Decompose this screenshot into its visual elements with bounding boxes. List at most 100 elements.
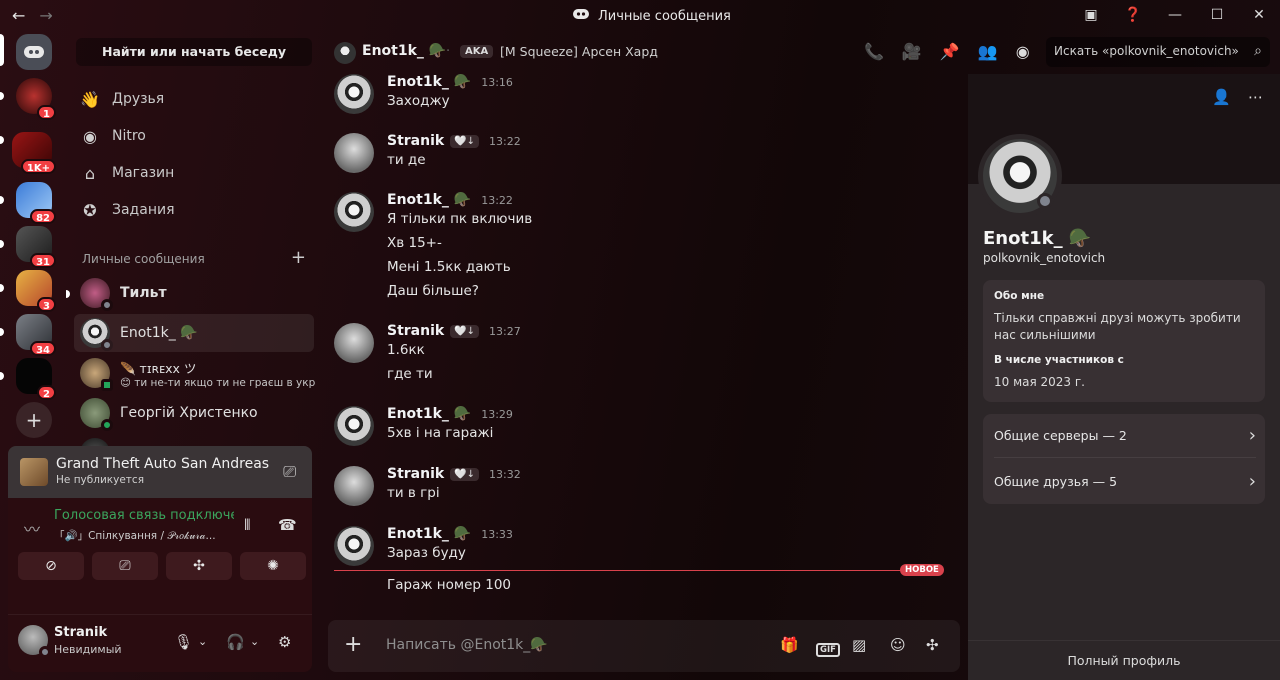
- author-avatar[interactable]: [334, 133, 374, 173]
- attach-plus-icon[interactable]: +: [344, 632, 362, 657]
- camera-off-icon[interactable]: ⊘: [18, 552, 84, 580]
- author-avatar[interactable]: [334, 406, 374, 446]
- server-icon-7[interactable]: 2: [16, 358, 56, 400]
- gift-icon[interactable]: 🎁: [780, 636, 799, 654]
- activities-icon[interactable]: ✣: [166, 552, 232, 580]
- help-icon[interactable]: ❓: [1112, 7, 1154, 23]
- minimize-icon[interactable]: —: [1154, 7, 1196, 23]
- nav-label: Друзья: [112, 91, 165, 107]
- noise-suppression-icon[interactable]: ⦀: [244, 516, 251, 534]
- server-icon-1[interactable]: 1: [16, 78, 56, 120]
- message-group: Stranik 🤍↓ 13:22 ти де: [334, 133, 934, 173]
- message-group: Enot1k_ 🪖 13:16 Заходжу: [334, 74, 934, 114]
- gif-button[interactable]: GIF: [816, 638, 840, 657]
- shop-icon: ⌂: [84, 163, 96, 183]
- avatar: [80, 398, 113, 431]
- unread-pill: [0, 92, 4, 100]
- server-icon-6[interactable]: 34: [16, 314, 56, 356]
- nav-label: Nitro: [112, 128, 146, 144]
- nav-quests[interactable]: ✪ Задания: [80, 195, 174, 225]
- settings-gear-icon[interactable]: ⚙: [278, 633, 291, 651]
- author-avatar[interactable]: [334, 466, 374, 506]
- author-name[interactable]: Enot1k_ 🪖: [387, 192, 471, 208]
- message-text: Заходжу: [387, 93, 450, 109]
- video-call-icon[interactable]: 🎥: [902, 42, 922, 61]
- disconnect-icon[interactable]: ☎: [278, 516, 297, 534]
- about-text: Тільки справжні друзі можуть зробити нас…: [994, 311, 1241, 342]
- headphones-icon[interactable]: 🎧: [226, 633, 245, 651]
- user-avatar[interactable]: [18, 625, 51, 658]
- server-icon-5[interactable]: 3: [16, 270, 56, 312]
- game-status: Не публикуется: [56, 474, 145, 486]
- server-icon-2[interactable]: 1K+: [12, 132, 56, 174]
- emoji-icon[interactable]: ☺: [890, 636, 906, 654]
- close-icon[interactable]: ✕: [1238, 7, 1280, 23]
- add-server-button[interactable]: +: [16, 402, 52, 438]
- window-controls: ▣ ❓ — ☐ ✕: [1070, 0, 1280, 30]
- microphone-icon[interactable]: 🎙: [174, 633, 193, 651]
- author-avatar[interactable]: [334, 526, 374, 566]
- soundboard-icon[interactable]: ✺: [240, 552, 306, 580]
- nav-shop[interactable]: ⌂ Магазин: [80, 158, 174, 188]
- author-avatar[interactable]: [334, 74, 374, 114]
- find-conversation-button[interactable]: Найти или начать беседу: [76, 38, 312, 66]
- voice-call-icon[interactable]: 📞: [864, 42, 884, 61]
- message-composer[interactable]: + Написать @Enot1k_🪖 🎁 GIF ▨ ☺ ✣: [328, 620, 960, 672]
- full-profile-button[interactable]: Полный профиль: [968, 640, 1280, 680]
- message-group: Enot1k_ 🪖 13:22 Я тільки пк включив Хв 15…: [334, 192, 934, 302]
- about-card: Обо мне Тільки справжні друзі можуть зро…: [983, 280, 1265, 402]
- more-options-icon[interactable]: ⋯: [1248, 88, 1263, 106]
- add-friend-icon[interactable]: 👤: [1212, 88, 1231, 106]
- add-friends-to-dm-icon[interactable]: 👥: [978, 42, 998, 61]
- author-name[interactable]: Stranik: [387, 133, 444, 149]
- new-messages-divider: [334, 570, 940, 571]
- stream-screen-icon[interactable]: ⎚: [283, 462, 296, 482]
- back-arrow-icon[interactable]: ←: [12, 6, 25, 25]
- unread-pill: [0, 240, 4, 248]
- chevron-down-icon[interactable]: ⌄: [198, 635, 207, 648]
- pin-icon[interactable]: 📌: [940, 42, 960, 61]
- author-name[interactable]: Stranik: [387, 323, 444, 339]
- voice-status[interactable]: Голосовая связь подключе: [54, 508, 234, 523]
- user-profile-icon[interactable]: ◉: [1016, 42, 1030, 61]
- message-group: Stranik 🤍↓ 13:32 ти в грі: [334, 466, 934, 506]
- author-avatar[interactable]: [334, 192, 374, 232]
- mutual-friends-row[interactable]: Общие друзья — 5 ›: [994, 459, 1256, 503]
- home-button[interactable]: [16, 34, 52, 70]
- recipient-alias: [M Squeeze] Арсен Хард: [500, 44, 658, 59]
- author-name[interactable]: Stranik: [387, 466, 444, 482]
- dm-name: Тильт: [120, 285, 167, 301]
- inbox-icon[interactable]: ▣: [1070, 7, 1112, 23]
- message-text: 5хв і на гаражі: [387, 425, 494, 441]
- dm-item-active[interactable]: Enot1k_ 🪖: [74, 314, 314, 352]
- server-icon-3[interactable]: 82: [16, 182, 56, 224]
- author-name[interactable]: Enot1k_ 🪖: [387, 406, 471, 422]
- mention-badge: 1: [37, 105, 56, 120]
- apps-icon[interactable]: ✣: [926, 636, 939, 654]
- chevron-down-icon[interactable]: ⌄: [250, 635, 259, 648]
- forward-arrow-icon[interactable]: →: [39, 6, 52, 25]
- user-name: Stranik: [54, 625, 108, 640]
- dm-item[interactable]: Тильт: [74, 274, 314, 312]
- voice-channel[interactable]: 「🔊」Спілкування / 𝒫𝓇𝑜𝓀𝓊𝓇𝒶...: [54, 528, 234, 543]
- nav-nitro[interactable]: ◉ Nitro: [80, 121, 146, 151]
- dm-item[interactable]: 🪶 ᴛɪʀᴇxx ツ 😊 ти не-ти якщо ти не граєш в…: [74, 354, 316, 392]
- author-avatar[interactable]: [334, 323, 374, 363]
- mutual-servers-row[interactable]: Общие серверы — 2 ›: [994, 414, 1256, 458]
- author-name[interactable]: Enot1k_ 🪖: [387, 526, 471, 542]
- plus-icon: +: [16, 402, 52, 438]
- unread-pill: [66, 290, 70, 298]
- nav-friends[interactable]: 👋 Друзья: [80, 84, 164, 114]
- recipient-name[interactable]: Enot1k_ 🪖: [362, 43, 446, 59]
- share-screen-icon[interactable]: ⎚: [92, 552, 158, 580]
- maximize-icon[interactable]: ☐: [1196, 7, 1238, 23]
- server-icon-4[interactable]: 31: [16, 226, 56, 268]
- search-input[interactable]: Искать «polkovnik_enotovich» ⌕: [1046, 37, 1270, 67]
- author-name[interactable]: Enot1k_ 🪖: [387, 74, 471, 90]
- unread-pill: [0, 136, 4, 144]
- create-dm-icon[interactable]: +: [291, 249, 306, 267]
- sticker-icon[interactable]: ▨: [852, 636, 866, 654]
- profile-avatar[interactable]: [978, 134, 1062, 218]
- dm-item[interactable]: Георгій Христенко: [74, 394, 314, 432]
- message-text: Гараж номер 100: [387, 577, 512, 593]
